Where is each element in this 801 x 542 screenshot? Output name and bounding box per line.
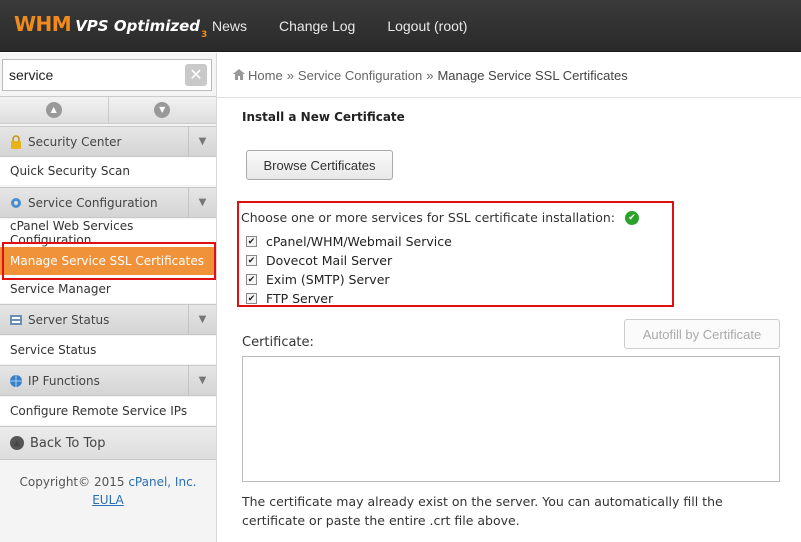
back-to-top-button[interactable]: ▲ Back To Top — [0, 426, 216, 460]
gear-icon — [8, 195, 24, 211]
search-box: ✕ — [2, 59, 212, 91]
highlight-box-active-item — [2, 242, 216, 280]
breadcrumb-separator: » — [426, 68, 434, 83]
sidebar-section-server-status[interactable]: Server Status ▼ — [0, 304, 216, 335]
top-nav: News Change Log Logout (root) — [196, 0, 483, 52]
nav-news-link[interactable]: News — [212, 18, 247, 34]
sidebar: ✕ ▲ ▼ Security Center ▼ Quick Security S… — [0, 53, 217, 542]
collapse-section-button[interactable]: ▼ — [188, 126, 216, 157]
nav-logout-link[interactable]: Logout (root) — [387, 18, 467, 34]
collapse-section-button[interactable]: ▼ — [188, 365, 216, 396]
certificate-textarea[interactable] — [242, 356, 780, 482]
certificate-label: Certificate: — [242, 335, 314, 350]
sidebar-item-quick-security-scan[interactable]: Quick Security Scan — [0, 157, 216, 185]
section-label: IP Functions — [28, 373, 100, 388]
scroll-up-button[interactable]: ▲ — [0, 97, 109, 123]
service-checkbox-cpanel[interactable]: ✔ cPanel/WHM/Webmail Service — [246, 234, 452, 249]
checkmark-icon: ✔ — [624, 210, 639, 225]
section-label: Server Status — [28, 312, 110, 327]
breadcrumb-current: Manage Service SSL Certificates — [437, 68, 628, 83]
arrow-down-icon: ▼ — [154, 102, 171, 118]
chevron-down-icon: ▼ — [198, 197, 207, 208]
sidebar-item-configure-remote-service-ips[interactable]: Configure Remote Service IPs — [0, 397, 216, 425]
close-icon: ✕ — [189, 65, 203, 84]
arrow-up-icon: ▲ — [45, 102, 62, 118]
divider — [217, 97, 801, 98]
logo-vps-text: VPS Optimized — [75, 17, 201, 35]
checkbox[interactable]: ✔ — [246, 255, 257, 266]
section-label: Security Center — [28, 134, 122, 149]
nav-changelog-link[interactable]: Change Log — [279, 18, 355, 34]
logo-whm-text: WHM — [14, 12, 72, 36]
sidebar-scroll-controls: ▲ ▼ — [0, 96, 216, 124]
globe-icon — [8, 373, 24, 389]
page-title: Install a New Certificate — [242, 110, 405, 124]
service-label: FTP Server — [266, 291, 334, 306]
service-label: Exim (SMTP) Server — [266, 272, 390, 287]
service-checkbox-exim[interactable]: ✔ Exim (SMTP) Server — [246, 272, 390, 287]
search-input[interactable] — [3, 60, 181, 90]
breadcrumb-home-link[interactable]: Home — [248, 68, 283, 83]
cpanel-link[interactable]: cPanel, Inc. — [128, 475, 196, 489]
section-label: Service Configuration — [28, 195, 158, 210]
service-checkbox-ftp[interactable]: ✔ FTP Server — [246, 291, 333, 306]
browse-certificates-button[interactable]: Browse Certificates — [246, 150, 393, 180]
chevron-down-icon: ▼ — [198, 314, 207, 325]
whm-logo[interactable]: WHM VPS Optimized 3 — [14, 12, 207, 42]
server-icon — [8, 312, 24, 328]
chevron-down-icon: ▼ — [198, 375, 207, 386]
autofill-by-certificate-button[interactable]: Autofill by Certificate — [624, 319, 780, 349]
clear-search-button[interactable]: ✕ — [185, 64, 207, 86]
sidebar-item-service-status[interactable]: Service Status — [0, 336, 216, 364]
services-prompt: Choose one or more services for SSL cert… — [241, 210, 639, 225]
service-label: cPanel/WHM/Webmail Service — [266, 234, 452, 249]
top-bar: WHM VPS Optimized 3 News Change Log Logo… — [0, 0, 801, 52]
sidebar-section-ip-functions[interactable]: IP Functions ▼ — [0, 365, 216, 396]
copyright: Copyright© 2015 cPanel, Inc. EULA — [0, 473, 216, 509]
sidebar-section-service-configuration[interactable]: Service Configuration ▼ — [0, 187, 216, 218]
eula-link[interactable]: EULA — [92, 493, 124, 507]
back-to-top-label: Back To Top — [30, 435, 106, 451]
collapse-section-button[interactable]: ▼ — [188, 304, 216, 335]
service-label: Dovecot Mail Server — [266, 253, 393, 268]
service-checkbox-dovecot[interactable]: ✔ Dovecot Mail Server — [246, 253, 392, 268]
scroll-down-button[interactable]: ▼ — [109, 97, 217, 123]
certificate-help-text: The certificate may already exist on the… — [242, 494, 723, 528]
collapse-section-button[interactable]: ▼ — [188, 187, 216, 218]
breadcrumb-service-configuration-link[interactable]: Service Configuration — [298, 68, 422, 83]
checkbox[interactable]: ✔ — [246, 293, 257, 304]
checkbox[interactable]: ✔ — [246, 236, 257, 247]
checkbox[interactable]: ✔ — [246, 274, 257, 285]
sidebar-section-security-center[interactable]: Security Center ▼ — [0, 126, 216, 157]
breadcrumb: Home » Service Configuration » Manage Se… — [233, 53, 801, 98]
home-icon — [233, 68, 245, 83]
services-prompt-text: Choose one or more services for SSL cert… — [241, 210, 615, 225]
breadcrumb-separator: » — [286, 68, 294, 83]
chevron-down-icon: ▼ — [198, 136, 207, 147]
lock-icon — [8, 134, 24, 150]
arrow-up-icon: ▲ — [10, 436, 24, 450]
copyright-text: Copyright© 2015 — [19, 475, 125, 489]
